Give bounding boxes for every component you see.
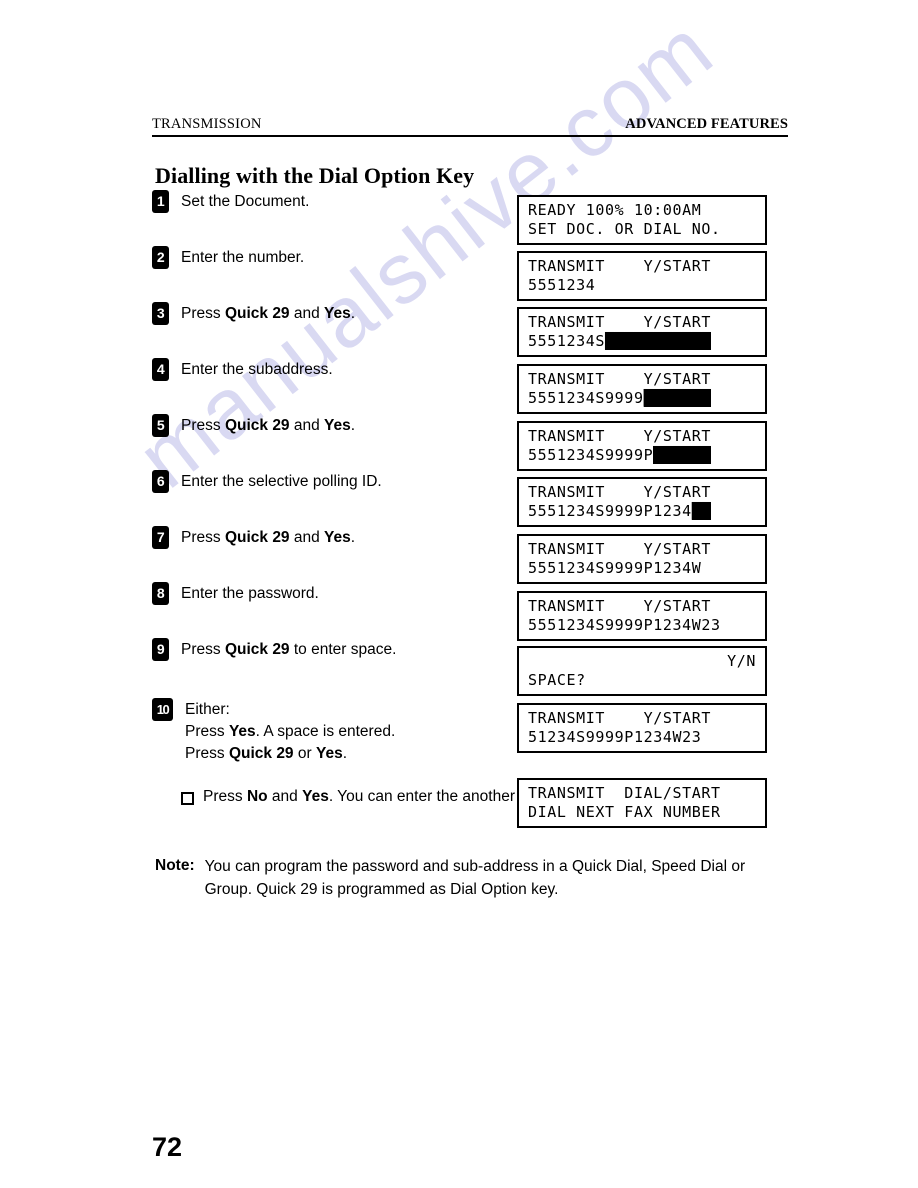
lcd-line-1: TRANSMIT Y/START bbox=[528, 370, 711, 388]
lcd-display: TRANSMIT Y/START 5551234S9999P1234W bbox=[517, 534, 767, 584]
step-item: 7 Press Quick 29 and Yes. bbox=[152, 526, 355, 549]
lcd-display: TRANSMIT Y/START 5551234S9999███████ bbox=[517, 364, 767, 414]
step-text: Press Quick 29 and Yes. bbox=[181, 305, 356, 322]
step-text: Enter the number. bbox=[181, 249, 305, 266]
step-number-badge: 2 bbox=[152, 246, 169, 269]
note-text: You can program the password and sub-add… bbox=[204, 858, 746, 898]
step-item: 9 Press Quick 29 to enter space. bbox=[152, 638, 396, 661]
lcd-block-cursor: ██ bbox=[691, 502, 711, 520]
lcd-line-1: TRANSMIT Y/START bbox=[528, 427, 711, 445]
lcd-line-1: TRANSMIT Y/START bbox=[528, 313, 711, 331]
header-right-label: ADVANCED FEATURES bbox=[625, 116, 788, 132]
manual-page: TRANSMISSION ADVANCED FEATURES Dialling … bbox=[0, 0, 918, 1188]
lcd-line-2: 5551234S9999P1234W bbox=[528, 559, 702, 577]
step-item: 4 Enter the subaddress. bbox=[152, 358, 333, 381]
lcd-block-cursor: ██████ bbox=[653, 446, 711, 464]
lcd-line-1: TRANSMIT DIAL/START bbox=[528, 784, 721, 802]
step-text: Press Quick 29 and Yes. bbox=[181, 529, 356, 546]
lcd-line-1: READY 100% 10:00AM bbox=[528, 201, 702, 219]
lcd-line-1: TRANSMIT Y/START bbox=[528, 257, 711, 275]
lcd-line-1: TRANSMIT Y/START bbox=[528, 483, 711, 501]
step-item: 5 Press Quick 29 and Yes. bbox=[152, 414, 355, 437]
lcd-display: TRANSMIT Y/START 51234S9999P1234W23 bbox=[517, 703, 767, 753]
lcd-display: TRANSMIT Y/START 5551234S███████████ bbox=[517, 307, 767, 357]
running-header: TRANSMISSION ADVANCED FEATURES bbox=[152, 116, 788, 137]
note-block: Note: You can program the password and s… bbox=[155, 855, 795, 901]
step-text: Enter the password. bbox=[181, 585, 319, 602]
page-number: 72 bbox=[152, 1132, 183, 1162]
step-number-badge: 9 bbox=[152, 638, 169, 661]
lcd-line-2: DIAL NEXT FAX NUMBER bbox=[528, 803, 721, 821]
lcd-line-2: 5551234S9999P██████ bbox=[528, 446, 711, 464]
lcd-line-1: TRANSMIT Y/START bbox=[528, 540, 711, 558]
step-item: 3 Press Quick 29 and Yes. bbox=[152, 302, 355, 325]
step-item: 10 Either: Press Yes. A space is entered. P… bbox=[152, 698, 395, 765]
lcd-block-cursor: ███████████ bbox=[605, 332, 711, 350]
lcd-display: Y/N SPACE? bbox=[517, 646, 767, 696]
header-left-label: TRANSMISSION bbox=[152, 116, 262, 132]
lcd-line-2: SPACE? bbox=[528, 671, 586, 689]
lcd-line-1: Y/N bbox=[727, 652, 756, 670]
step-text: Set the Document. bbox=[181, 193, 310, 210]
step-text: Press Quick 29 to enter space. bbox=[181, 641, 397, 658]
step-number-badge: 1 bbox=[152, 190, 169, 213]
note-label: Note: bbox=[155, 857, 195, 874]
lcd-block-cursor: ███████ bbox=[643, 389, 711, 407]
step-number-badge: 10 bbox=[152, 698, 173, 721]
lcd-line-2: 5551234S9999P1234W23 bbox=[528, 616, 721, 634]
step-text: Enter the subaddress. bbox=[181, 361, 333, 378]
lcd-line-2: 5551234S9999███████ bbox=[528, 389, 711, 407]
step-text: Enter the selective polling ID. bbox=[181, 473, 382, 490]
lcd-display: TRANSMIT Y/START 5551234 bbox=[517, 251, 767, 301]
step-number-badge: 5 bbox=[152, 414, 169, 437]
step-text: Press Quick 29 and Yes. bbox=[181, 417, 356, 434]
step-item: 6 Enter the selective polling ID. bbox=[152, 470, 382, 493]
square-bullet-icon bbox=[181, 792, 194, 805]
lcd-line-2: 5551234 bbox=[528, 276, 596, 294]
lcd-display: TRANSMIT Y/START 5551234S9999P██████ bbox=[517, 421, 767, 471]
lcd-line-2: 51234S9999P1234W23 bbox=[528, 728, 702, 746]
step-number-badge: 6 bbox=[152, 470, 169, 493]
step-item: 1 Set the Document. bbox=[152, 190, 309, 213]
step-text: Either: Press Yes. A space is entered. Pre… bbox=[185, 701, 396, 762]
step-number-badge: 4 bbox=[152, 358, 169, 381]
lcd-line-2: SET DOC. OR DIAL NO. bbox=[528, 220, 721, 238]
lcd-line-1: TRANSMIT Y/START bbox=[528, 709, 711, 727]
lcd-line-2: 5551234S9999P1234██ bbox=[528, 502, 711, 520]
page-title: Dialling with the Dial Option Key bbox=[155, 162, 475, 188]
step-number-badge: 3 bbox=[152, 302, 169, 325]
lcd-line-2: 5551234S███████████ bbox=[528, 332, 711, 350]
step-number-badge: 8 bbox=[152, 582, 169, 605]
step-item: 8 Enter the password. bbox=[152, 582, 319, 605]
lcd-line-1: TRANSMIT Y/START bbox=[528, 597, 711, 615]
lcd-display: TRANSMIT Y/START 5551234S9999P1234W23 bbox=[517, 591, 767, 641]
header-rule bbox=[152, 135, 788, 137]
lcd-display: TRANSMIT DIAL/START DIAL NEXT FAX NUMBER bbox=[517, 778, 767, 828]
lcd-display: TRANSMIT Y/START 5551234S9999P1234██ bbox=[517, 477, 767, 527]
step-item: 2 Enter the number. bbox=[152, 246, 304, 269]
step-number-badge: 7 bbox=[152, 526, 169, 549]
lcd-display: READY 100% 10:00AM SET DOC. OR DIAL NO. bbox=[517, 195, 767, 245]
